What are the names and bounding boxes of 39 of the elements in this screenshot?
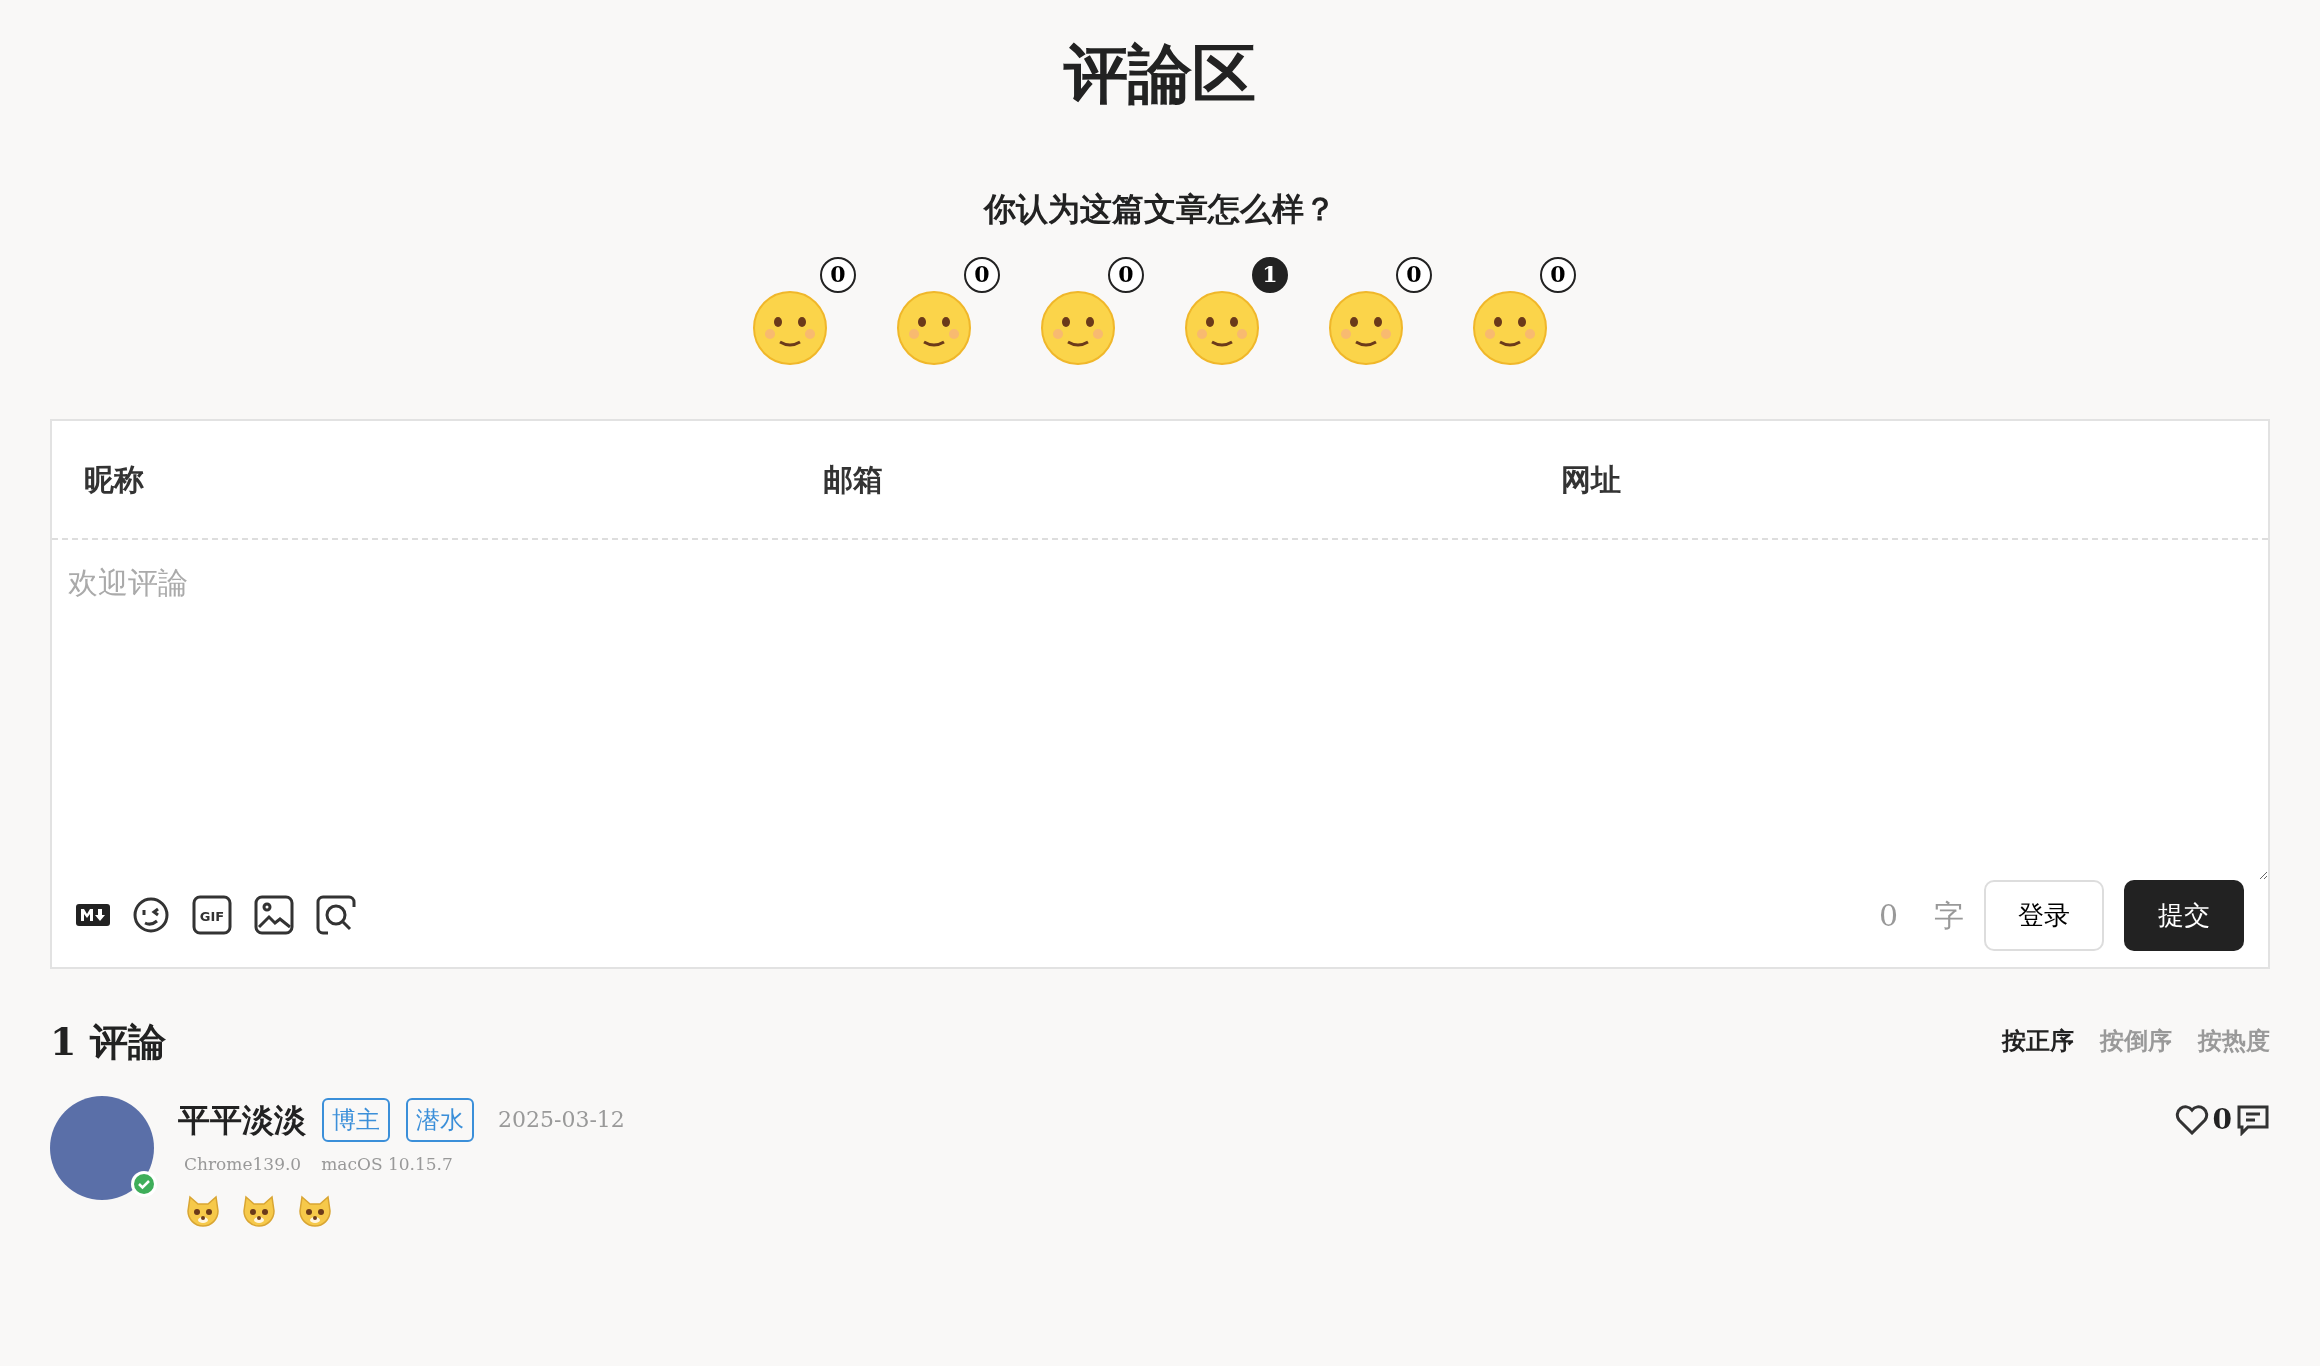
reaction-button[interactable]: 0 <box>744 256 856 369</box>
search-icon[interactable] <box>316 895 356 936</box>
reaction-button[interactable]: 0 <box>1464 256 1576 369</box>
heart-icon[interactable] <box>2174 1104 2209 1135</box>
sort-option[interactable]: 按正序 <box>2002 1023 2074 1060</box>
image-icon[interactable] <box>254 895 294 936</box>
reaction-button[interactable]: 0 <box>888 256 1000 369</box>
emoji-icon[interactable] <box>132 896 170 935</box>
page-title: 评論区 <box>1062 36 1257 113</box>
os-info: macOS 10.15.7 <box>321 1152 453 1176</box>
comment-count: 1 评論 <box>50 1017 166 1066</box>
reaction-button[interactable]: 0 <box>1320 256 1432 369</box>
browser-info: Chrome139.0 <box>184 1152 302 1176</box>
comment-editor[interactable]: 昵称 邮箱 网址 欢迎评論 GIF 0 字 登录 提交 <box>50 418 2270 969</box>
reaction-count: 0 <box>1540 256 1576 293</box>
comment-date: 2025-03-12 <box>498 1106 625 1135</box>
reaction-question: 你认为这篇文章怎么样？ <box>982 188 1337 230</box>
input-field[interactable]: 网址 <box>1529 420 2268 538</box>
reply-icon[interactable] <box>2236 1103 2270 1136</box>
reaction-button[interactable]: 1 <box>1176 256 1288 369</box>
user-tag: 博主 <box>322 1097 390 1142</box>
user-tag: 潜水 <box>406 1097 474 1142</box>
input-field[interactable]: 邮箱 <box>790 420 1530 538</box>
reaction-count: 1 <box>1252 256 1288 293</box>
login-button[interactable]: 登录 <box>1984 879 2104 951</box>
user-name: 平平淡淡 <box>178 1099 306 1141</box>
word-unit: 字 <box>1934 896 1964 935</box>
reaction-count: 0 <box>1396 256 1432 293</box>
markdown-icon[interactable] <box>76 904 110 927</box>
reaction-count: 0 <box>1108 256 1144 293</box>
reaction-count: 0 <box>964 256 1000 293</box>
like-count: 0 <box>2212 1101 2232 1138</box>
comment-textarea[interactable]: 欢迎评論 <box>52 539 2268 880</box>
reaction-button[interactable]: 0 <box>1032 256 1144 369</box>
gif-icon[interactable]: GIF <box>192 895 232 936</box>
input-field[interactable]: 昵称 <box>52 420 791 538</box>
reaction-count: 0 <box>820 256 856 293</box>
word-count: 0 <box>1878 896 1898 935</box>
submit-button[interactable]: 提交 <box>2124 879 2244 951</box>
